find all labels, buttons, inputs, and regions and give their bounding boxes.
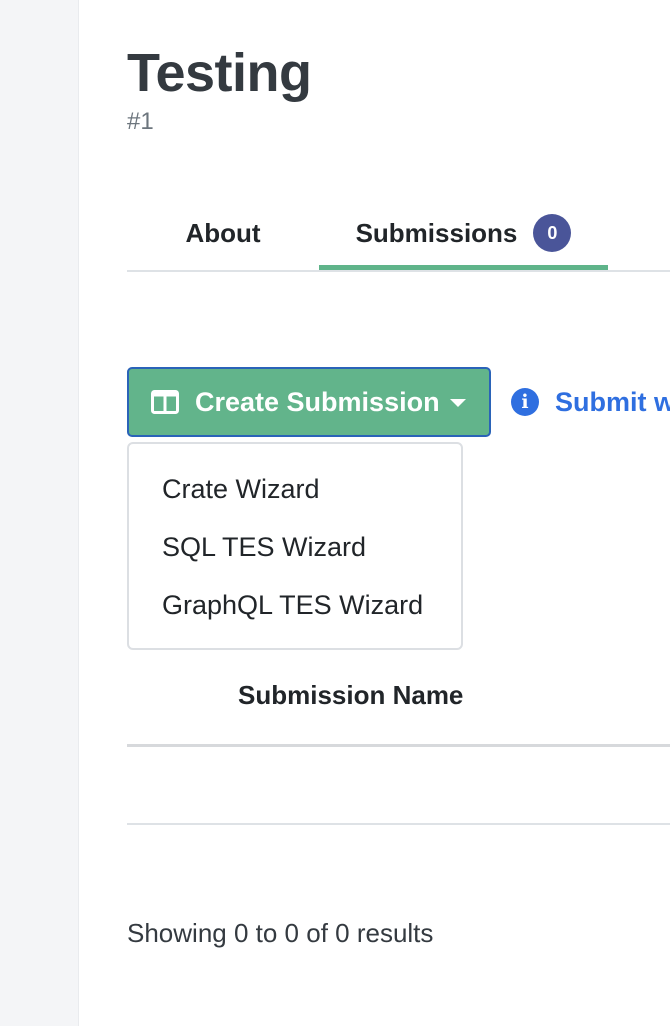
- dropdown-item-graphql-tes-wizard[interactable]: GraphQL TES Wizard: [162, 590, 423, 621]
- main-content: Testing #1 About Submissions 0 Create Su…: [127, 0, 670, 1026]
- tab-bar: About Submissions 0: [127, 196, 670, 272]
- tab-submissions[interactable]: Submissions 0: [319, 196, 608, 270]
- create-submission-button[interactable]: Create Submission: [127, 367, 491, 437]
- column-header-submission-name[interactable]: Submission Name: [238, 680, 463, 711]
- table-row-divider: [127, 823, 670, 825]
- dropdown-item-sql-tes-wizard[interactable]: SQL TES Wizard: [162, 532, 366, 563]
- submit-link[interactable]: i Submit w: [511, 367, 670, 437]
- tab-about[interactable]: About: [127, 196, 319, 270]
- pagination-summary: Showing 0 to 0 of 0 results: [127, 918, 434, 948]
- submit-link-label: Submit w: [555, 386, 670, 417]
- create-submission-label: Create Submission: [195, 386, 440, 417]
- page-title: Testing: [127, 43, 312, 103]
- create-submission-dropdown: Crate Wizard SQL TES Wizard GraphQL TES …: [127, 442, 463, 650]
- tab-about-label: About: [185, 217, 261, 248]
- submissions-count-badge: 0: [533, 214, 572, 252]
- page-subtitle: #1: [127, 108, 154, 135]
- caret-down-icon: [449, 399, 466, 407]
- left-sidebar: [0, 0, 79, 1026]
- columns-icon: [151, 390, 179, 414]
- table-header-divider: [127, 744, 670, 747]
- dropdown-item-crate-wizard[interactable]: Crate Wizard: [162, 474, 320, 505]
- tab-submissions-label: Submissions: [355, 217, 518, 248]
- info-circle-icon: i: [511, 388, 539, 416]
